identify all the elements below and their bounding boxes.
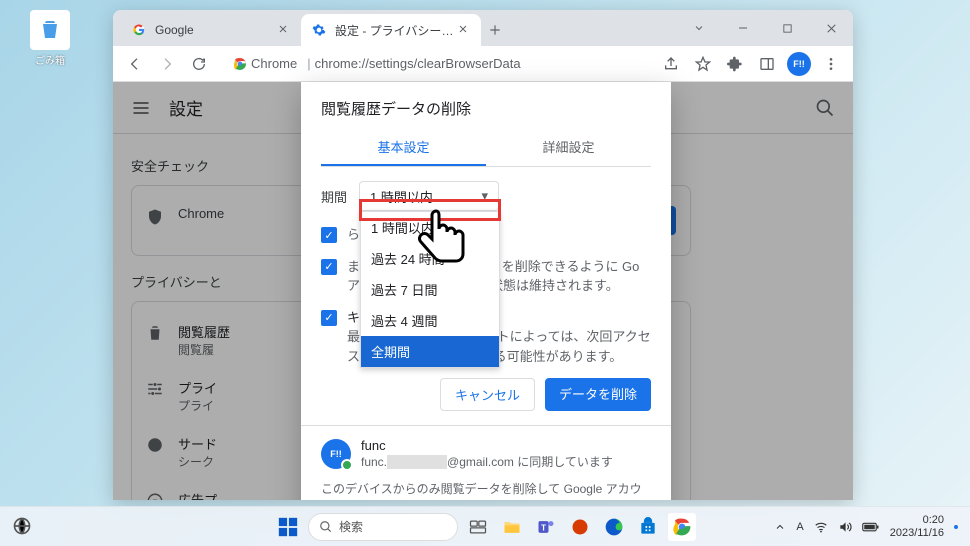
task-view-button[interactable] xyxy=(464,513,492,541)
cancel-button[interactable]: キャンセル xyxy=(440,378,535,411)
time-range-dropdown: 1 時間以内 過去 24 時間 過去 7 日間 過去 4 週間 全期間 xyxy=(360,211,500,368)
teams-button[interactable]: T xyxy=(532,513,560,541)
signout-note: このデバイスからのみ閲覧データを削除して Google アカウントにはデータを残… xyxy=(321,480,651,500)
option-last-4w[interactable]: 過去 4 週間 xyxy=(361,305,499,336)
extensions-icon[interactable] xyxy=(721,50,749,78)
tab-strip: Google 設定 - プライバシーとセキュリティ xyxy=(113,10,853,46)
toolbar: Chrome | chrome://settings/clearBrowserD… xyxy=(113,46,853,82)
taskbar-search[interactable]: 検索 xyxy=(308,513,458,541)
volume-icon[interactable] xyxy=(838,520,852,534)
dialog-title: 閲覧履歴データの削除 xyxy=(321,98,651,119)
widgets-button[interactable] xyxy=(12,516,34,538)
recycle-bin[interactable]: ごみ箱 xyxy=(25,10,75,67)
option-last-7d[interactable]: 過去 7 日間 xyxy=(361,274,499,305)
annotation-frame xyxy=(359,199,501,221)
checkbox-checked-icon: ✓ xyxy=(321,227,337,243)
minimize-button[interactable] xyxy=(721,10,765,46)
wifi-icon[interactable] xyxy=(814,520,828,534)
browser-window: Google 設定 - プライバシーとセキュリティ xyxy=(113,10,853,500)
option-last-24h[interactable]: 過去 24 時間 xyxy=(361,243,499,274)
edge-button[interactable] xyxy=(600,513,628,541)
tab-close-icon[interactable] xyxy=(277,23,291,37)
menu-icon[interactable] xyxy=(817,50,845,78)
close-button[interactable] xyxy=(809,10,853,46)
taskbar: 検索 T A 0:20 2023/11/16 xyxy=(0,506,970,546)
window-dropdown-button[interactable] xyxy=(677,10,721,46)
new-tab-button[interactable] xyxy=(481,16,509,44)
tab-google[interactable]: Google xyxy=(121,14,301,46)
delete-data-button[interactable]: データを削除 xyxy=(545,378,651,411)
taskbar-clock[interactable]: 0:20 2023/11/16 xyxy=(890,514,944,538)
option-all-time[interactable]: 全期間 xyxy=(361,336,499,367)
clear-browsing-data-dialog: 閲覧履歴データの削除 基本設定 詳細設定 期間 1 時間以内 ▾ 1 時間以内 … xyxy=(301,82,671,500)
tab-basic[interactable]: 基本設定 xyxy=(321,129,486,166)
reload-button[interactable] xyxy=(185,50,213,78)
sidepanel-icon[interactable] xyxy=(753,50,781,78)
profile-avatar[interactable]: F!! xyxy=(785,50,813,78)
tab-close-icon[interactable] xyxy=(457,23,471,37)
battery-icon[interactable] xyxy=(862,521,880,533)
notification-indicator[interactable] xyxy=(954,525,958,529)
sync-badge-icon xyxy=(341,459,353,471)
tab-google-title: Google xyxy=(155,23,277,37)
store-button[interactable] xyxy=(634,513,662,541)
maximize-button[interactable] xyxy=(765,10,809,46)
tab-advanced[interactable]: 詳細設定 xyxy=(486,129,651,166)
google-favicon xyxy=(131,22,147,38)
tab-settings-title: 設定 - プライバシーとセキュリティ xyxy=(335,22,457,39)
app-button[interactable] xyxy=(566,513,594,541)
svg-text:T: T xyxy=(541,522,546,532)
window-controls xyxy=(677,10,853,46)
back-button[interactable] xyxy=(121,50,149,78)
checkbox-checked-icon: ✓ xyxy=(321,259,337,275)
period-label: 期間 xyxy=(321,187,347,206)
recycle-bin-icon xyxy=(30,10,70,50)
checkbox-checked-icon: ✓ xyxy=(321,310,337,326)
explorer-button[interactable] xyxy=(498,513,526,541)
address-bar[interactable]: Chrome | chrome://settings/clearBrowserD… xyxy=(223,50,647,78)
gear-icon xyxy=(311,22,327,38)
recycle-bin-label: ごみ箱 xyxy=(25,52,75,67)
share-icon[interactable] xyxy=(657,50,685,78)
chrome-chip: Chrome xyxy=(233,56,297,71)
account-avatar: F!! xyxy=(321,439,351,469)
tray-chevron-icon[interactable] xyxy=(774,521,786,533)
chrome-taskbar-button[interactable] xyxy=(668,513,696,541)
forward-button[interactable] xyxy=(153,50,181,78)
divider xyxy=(301,425,671,426)
url-text: chrome://settings/clearBrowserData xyxy=(315,56,521,71)
tab-settings[interactable]: 設定 - プライバシーとセキュリティ xyxy=(301,14,481,46)
account-info: F!! func func.xxxx@gmail.com に同期しています xyxy=(321,438,651,470)
ime-indicator[interactable]: A xyxy=(796,521,803,533)
start-button[interactable] xyxy=(274,513,302,541)
bookmark-icon[interactable] xyxy=(689,50,717,78)
